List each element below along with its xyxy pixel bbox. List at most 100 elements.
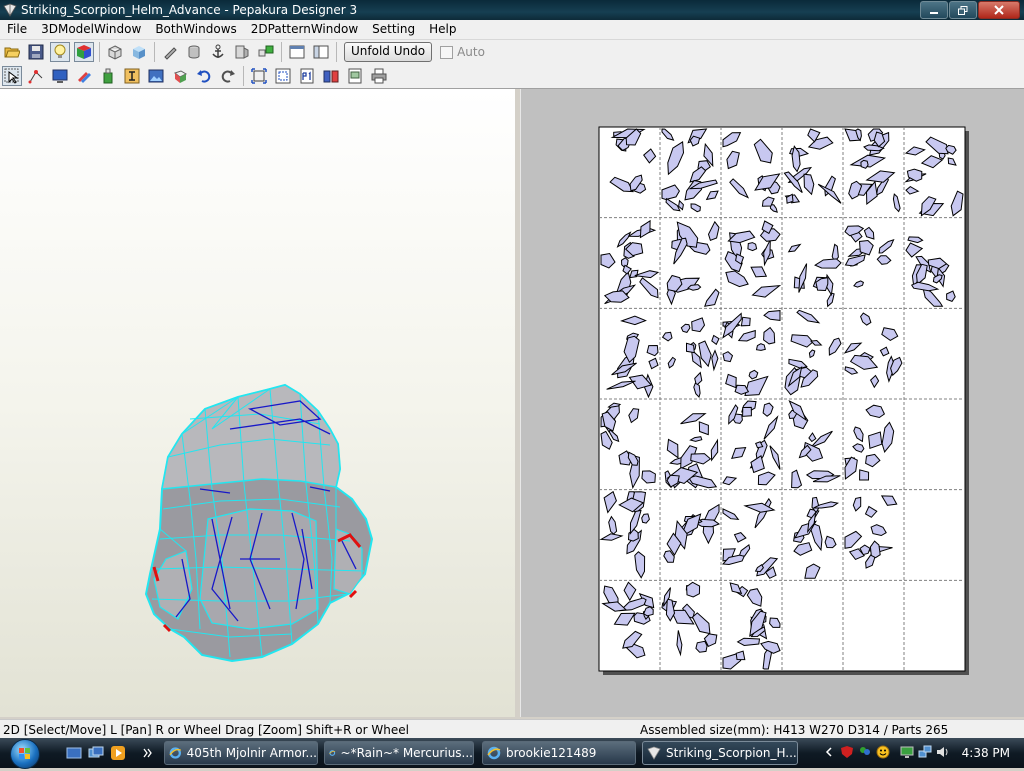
- undo-button[interactable]: [194, 66, 214, 86]
- join-parts-button[interactable]: [256, 42, 276, 62]
- messenger-icon[interactable]: [858, 745, 872, 759]
- tray-expand-icon[interactable]: [824, 745, 834, 759]
- auto-checkbox-label: Auto: [457, 45, 485, 59]
- status-bar: 2D [Select/Move] L [Pan] R or Wheel Drag…: [0, 719, 1024, 739]
- pattern-part[interactable]: [686, 342, 695, 354]
- auto-checkbox-box[interactable]: [440, 45, 454, 59]
- pattern-part[interactable]: [747, 242, 758, 252]
- texture-toggle-button[interactable]: [74, 42, 94, 62]
- undo-arrow-icon: [197, 70, 211, 83]
- restore-button[interactable]: [949, 1, 977, 19]
- close-button[interactable]: [978, 1, 1020, 19]
- cylinder-tool-button[interactable]: [184, 42, 204, 62]
- redo-button[interactable]: [218, 66, 238, 86]
- pencils-icon: [78, 72, 91, 83]
- print-button[interactable]: [369, 66, 389, 86]
- window-title: Striking_Scorpion_Helm_Advance - Pepakur…: [21, 3, 358, 17]
- helmet-3d-mesh[interactable]: [0, 89, 515, 717]
- solid-view-button[interactable]: [129, 42, 149, 62]
- select-tool-button[interactable]: [2, 66, 22, 86]
- open-button[interactable]: [2, 42, 22, 62]
- node-edit-icon: [28, 70, 43, 84]
- status-hint: 2D [Select/Move] L [Pan] R or Wheel Drag…: [3, 723, 409, 737]
- monitor-settings-icon[interactable]: [900, 745, 914, 759]
- taskbar-item-mjolnir[interactable]: 405th Mjolnir Armor...: [164, 741, 318, 765]
- layout-pages-button[interactable]: [321, 66, 341, 86]
- single-window-button[interactable]: [287, 42, 307, 62]
- anchor-tool-button[interactable]: [208, 42, 228, 62]
- edit-edge-button[interactable]: [26, 66, 46, 86]
- menu-file[interactable]: File: [0, 20, 34, 39]
- folder-open-icon: [4, 47, 20, 58]
- pattern-part[interactable]: [742, 406, 752, 417]
- windows-logo-icon: [19, 748, 30, 759]
- print-preview-button[interactable]: [345, 66, 365, 86]
- glue-flaps-button[interactable]: [98, 66, 118, 86]
- zoom-window-icon: [275, 68, 291, 84]
- pattern-sheet[interactable]: [521, 89, 1024, 717]
- flap-tool-button[interactable]: [232, 42, 252, 62]
- zoom-window-button[interactable]: [273, 66, 293, 86]
- auto-checkbox[interactable]: Auto: [440, 45, 485, 59]
- pattern-part[interactable]: [860, 159, 869, 169]
- fit-frame-icon: [251, 68, 267, 84]
- text-i-icon: [124, 68, 140, 84]
- pattern-2d-view[interactable]: [520, 89, 1024, 717]
- window-split-icon: [313, 45, 329, 59]
- unfold-undo-button[interactable]: Unfold Undo: [344, 42, 433, 62]
- rotate-part-button[interactable]: [50, 66, 70, 86]
- pattern-part[interactable]: [740, 316, 751, 327]
- taskbar-item-brookie[interactable]: brookie121489: [482, 741, 636, 765]
- security-shield-icon[interactable]: [840, 745, 854, 759]
- media-player-icon[interactable]: [110, 745, 126, 761]
- pepakura-app-icon[interactable]: [3, 3, 17, 17]
- toolbar-separator: [336, 42, 337, 62]
- image-tool-button[interactable]: [146, 66, 166, 86]
- status-assembled-size: Assembled size(mm): H413 W270 D314 / Par…: [640, 723, 949, 737]
- edit-toolbar: [0, 64, 1024, 89]
- menu-2dpatternwindow[interactable]: 2DPatternWindow: [244, 20, 365, 39]
- volume-speaker-icon[interactable]: [936, 745, 950, 759]
- taskbar-clock[interactable]: 4:38 PM: [962, 746, 1010, 760]
- show-desktop-icon[interactable]: [66, 745, 82, 761]
- part-cube-icon: [173, 70, 188, 83]
- light-toggle-button[interactable]: [50, 42, 70, 62]
- arrange-parts-button[interactable]: [74, 66, 94, 86]
- taskbar-item-label: 405th Mjolnir Armor...: [186, 746, 317, 760]
- toolbar-separator: [154, 42, 155, 62]
- page-settings-button[interactable]: [297, 66, 317, 86]
- fit-view-button[interactable]: [249, 66, 269, 86]
- quick-launch-more-icon[interactable]: [142, 745, 154, 761]
- taskbar-item-pepakura[interactable]: Striking_Scorpion_H...: [642, 741, 798, 765]
- split-window-button[interactable]: [311, 42, 331, 62]
- minimize-icon: [930, 12, 938, 14]
- pattern-part[interactable]: [859, 469, 870, 481]
- smiley-icon[interactable]: [876, 745, 890, 759]
- print-preview-icon: [348, 68, 362, 84]
- menu-setting[interactable]: Setting: [365, 20, 422, 39]
- network-icon[interactable]: [918, 745, 932, 759]
- taskbar-item-rain-mercurius[interactable]: ~*Rain~* Mercurius...: [324, 741, 474, 765]
- menu-bothwindows[interactable]: BothWindows: [148, 20, 243, 39]
- page-p1-icon: [300, 68, 314, 84]
- start-button[interactable]: [10, 739, 40, 769]
- minimize-button[interactable]: [920, 1, 948, 19]
- menu-help[interactable]: Help: [422, 20, 463, 39]
- edit-part-button[interactable]: [170, 66, 190, 86]
- colored-cube-icon: [77, 45, 91, 59]
- switch-windows-icon[interactable]: [88, 745, 104, 761]
- system-tray: 4:38 PM: [822, 738, 1024, 768]
- main-toolbar: Unfold Undo Auto: [0, 40, 1024, 64]
- wireframe-button[interactable]: [105, 42, 125, 62]
- text-tool-button[interactable]: [122, 66, 142, 86]
- glue-bottle-icon: [103, 68, 113, 84]
- window-icon: [289, 45, 305, 59]
- title-bar: Striking_Scorpion_Helm_Advance - Pepakur…: [0, 0, 1024, 20]
- pages-layout-icon: [323, 70, 339, 83]
- pattern-part[interactable]: [735, 650, 746, 661]
- save-button[interactable]: [26, 42, 46, 62]
- edge-tool-button[interactable]: [160, 42, 180, 62]
- menu-3dmodelwindow[interactable]: 3DModelWindow: [34, 20, 148, 39]
- pattern-part[interactable]: [695, 640, 708, 653]
- model-3d-view[interactable]: [0, 89, 515, 717]
